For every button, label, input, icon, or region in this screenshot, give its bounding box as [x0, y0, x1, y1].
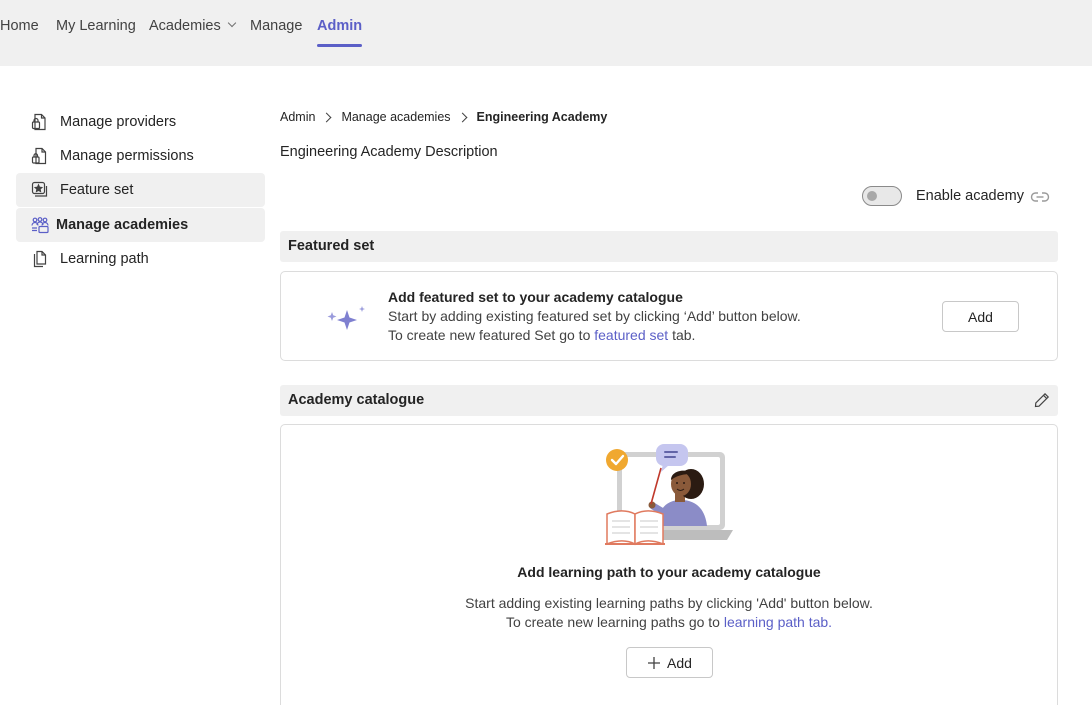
document-copy-icon [30, 249, 50, 269]
catalogue-add-button[interactable]: Add [626, 647, 713, 678]
featured-set-card: Add featured set to your academy catalog… [280, 271, 1058, 361]
sidebar-item-manage-permissions[interactable]: Manage permissions [16, 139, 265, 173]
featured-card-line1: Start by adding existing featured set by… [388, 308, 801, 324]
breadcrumb-admin[interactable]: Admin [280, 110, 315, 124]
nav-home[interactable]: Home [0, 17, 39, 47]
catalogue-card-line1: Start adding existing learning paths by … [465, 595, 873, 611]
featured-set-header: Featured set [280, 231, 1058, 262]
academy-description: Engineering Academy Description [280, 144, 498, 160]
edit-pencil-icon[interactable] [1034, 392, 1050, 413]
people-academy-icon [30, 215, 50, 235]
active-tab-indicator [317, 44, 363, 47]
nav-academies-label: Academies [149, 18, 221, 34]
link-icon[interactable] [1030, 189, 1050, 210]
learning-path-tab-link[interactable]: learning path tab. [724, 614, 832, 630]
nav-admin-label: Admin [317, 18, 363, 34]
sidebar-item-label: Manage permissions [60, 148, 194, 164]
chevron-down-icon [227, 18, 236, 28]
teacher-illustration [603, 440, 735, 551]
sparkle-icon [327, 304, 367, 337]
breadcrumb-manage-academies[interactable]: Manage academies [341, 110, 450, 124]
nav-admin[interactable]: Admin [317, 17, 363, 47]
catalogue-card-line2: To create new learning paths go to learn… [281, 614, 1057, 630]
chevron-right-icon [321, 112, 332, 122]
nav-manage[interactable]: Manage [250, 17, 302, 47]
nav-my-learning[interactable]: My Learning [56, 17, 136, 47]
featured-line2-prefix: To create new featured Set go to [388, 327, 595, 343]
lock-document-icon [30, 146, 50, 166]
chevron-right-icon [457, 112, 467, 122]
academy-catalogue-title: Academy catalogue [288, 392, 425, 408]
enable-academy-toggle[interactable] [862, 186, 902, 206]
sidebar-item-manage-academies[interactable]: Manage academies [16, 208, 265, 242]
catalogue-card-title: Add learning path to your academy catalo… [517, 564, 821, 580]
enable-academy-label: Enable academy [916, 188, 1025, 204]
sidebar-item-label: Manage academies [56, 217, 189, 233]
featured-set-tab-link[interactable]: featured set [594, 327, 668, 343]
breadcrumb-current: Engineering Academy [476, 110, 608, 124]
sidebar-item-label: Learning path [60, 251, 149, 267]
breadcrumb: Admin Manage academies Engineering Acade… [280, 110, 607, 124]
nav-academies[interactable]: Academies [149, 17, 236, 47]
featured-add-button[interactable]: Add [942, 301, 1019, 332]
sidebar-item-manage-providers[interactable]: Manage providers [16, 105, 265, 139]
academy-catalogue-header: Academy catalogue [280, 385, 1058, 416]
provider-icon [30, 112, 50, 132]
star-stack-icon [30, 180, 50, 200]
featured-set-title: Featured set [288, 238, 375, 254]
catalogue-add-label: Add [667, 654, 692, 671]
plus-icon [648, 656, 661, 669]
sidebar-item-label: Feature set [60, 182, 134, 198]
top-navigation: Home My Learning Academies Manage Admin [0, 0, 1092, 66]
featured-card-line2: To create new featured Set go to feature… [388, 327, 695, 343]
featured-line2-suffix: tab. [668, 327, 696, 343]
sidebar-item-feature-set[interactable]: Feature set [16, 173, 265, 207]
toggle-knob [867, 191, 877, 201]
featured-card-title: Add featured set to your academy catalog… [388, 289, 683, 305]
sidebar-item-label: Manage providers [60, 114, 177, 130]
sidebar-item-learning-path[interactable]: Learning path [16, 242, 265, 276]
catalogue-line2-prefix: To create new learning paths go to [505, 614, 724, 630]
academy-catalogue-card: Add learning path to your academy catalo… [280, 424, 1058, 705]
